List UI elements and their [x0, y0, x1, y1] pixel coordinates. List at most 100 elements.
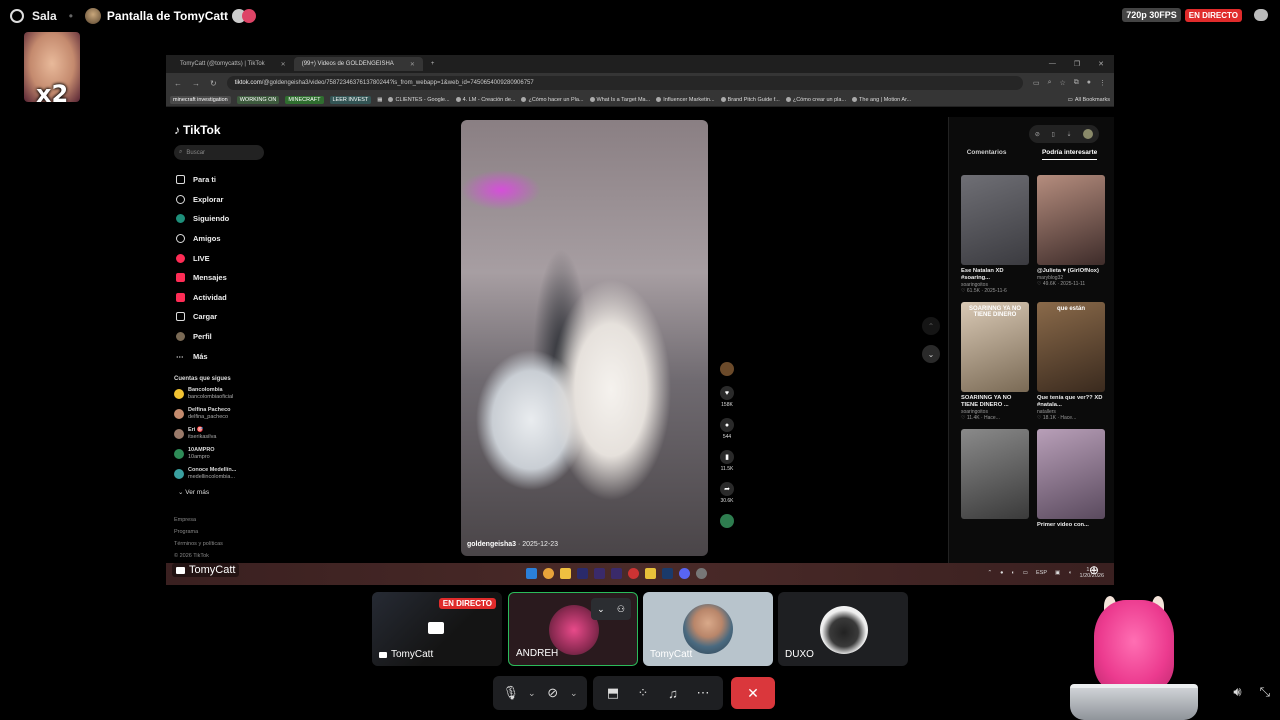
bookmark-folder[interactable]: MINECRAFT	[285, 95, 324, 104]
activities-icon[interactable]: ⁘	[631, 680, 655, 706]
after-effects-icon[interactable]	[594, 568, 605, 579]
soundboard-icon[interactable]: ♫	[661, 680, 685, 706]
followed-account[interactable]: Conoce Medellín... medellincolombia...	[174, 466, 284, 482]
apps-icon[interactable]: ▦	[377, 97, 382, 103]
media-encoder-icon[interactable]	[611, 568, 622, 579]
headset-icon[interactable]: ◐	[1011, 570, 1014, 576]
fullscreen-exit-icon[interactable]: ⤡	[1260, 684, 1270, 700]
nav-cargar[interactable]: Cargar	[174, 307, 284, 327]
phone-icon[interactable]: ▯	[1052, 131, 1055, 138]
focus-icon[interactable]: ⚇	[617, 604, 625, 615]
followed-account[interactable]: Delfina Pacheco delfina_pacheco	[174, 406, 284, 422]
share-screen-icon[interactable]: ⬒	[601, 680, 625, 706]
minimize-icon[interactable]: —	[1049, 60, 1056, 68]
network-icon[interactable]: ▣	[1055, 570, 1060, 576]
bookmark-folder[interactable]: LEER INVEST	[329, 95, 372, 104]
recommended-video-card[interactable]: SOARINNG YA NO TIENE DINERO SOARINNG YA N…	[961, 302, 1029, 421]
folder-icon[interactable]	[560, 568, 571, 579]
chat-icon[interactable]	[1254, 9, 1268, 21]
chevron-down-icon[interactable]: ⌄	[569, 680, 580, 706]
video-thumbnail[interactable]: que están	[1037, 302, 1105, 392]
tab-podria-interesarte[interactable]: Podría interesarte	[1041, 149, 1098, 160]
see-more-link[interactable]: ⌄ Ver más	[174, 488, 284, 496]
bookmark[interactable]: ¿Cómo hacer un Pla...	[521, 97, 584, 103]
card-title[interactable]: @Julieta ♥ (GirlOfNox)	[1037, 268, 1105, 275]
reload-icon[interactable]: ↻	[210, 79, 217, 88]
participant-tile[interactable]: EN DIRECTO TomyCatt	[372, 592, 502, 666]
chevron-down-icon[interactable]: ⌄	[527, 680, 538, 706]
volume-icon[interactable]: 🔊︎	[1233, 684, 1241, 700]
zoom-in-icon[interactable]: ⊕	[1086, 562, 1102, 578]
participant-tile[interactable]: TomyCatt	[643, 592, 773, 666]
language-indicator[interactable]: ESP	[1036, 570, 1047, 576]
install-icon[interactable]: ▭	[1033, 79, 1040, 87]
sticky-notes-icon[interactable]	[645, 568, 656, 579]
video-thumbnail[interactable]	[1037, 429, 1105, 519]
video-thumbnail[interactable]	[961, 175, 1029, 265]
url-field[interactable]: tiktok.com/@goldengeisha3/video/75872346…	[226, 76, 1023, 90]
recommended-video-card[interactable]: Ese Natalan XD #soaring... soaringoitos ♡ …	[961, 175, 1029, 294]
footer-link[interactable]: Términos y políticas	[174, 538, 284, 550]
participant-tile-speaking[interactable]: ⌄ ⚇ ANDREH	[508, 592, 638, 666]
comment-icon[interactable]: ●	[720, 418, 734, 432]
bookmark[interactable]: The ang | Motion Ar...	[852, 97, 911, 103]
followed-account[interactable]: Bancolombia bancolombiaoficial	[174, 386, 284, 402]
nav-actividad[interactable]: Actividad	[174, 288, 284, 308]
card-title[interactable]: Ese Natalan XD #soaring...	[961, 268, 1029, 282]
bookmark[interactable]: CLIENTES - Google...	[388, 97, 450, 103]
all-bookmarks[interactable]: ▭ All Bookmarks	[1068, 97, 1110, 103]
shared-screen[interactable]: TomyCatt (@tomycatts) | TikTok ✕ (99+) V…	[166, 55, 1114, 585]
card-title[interactable]: Primer video con...	[1037, 522, 1105, 529]
close-window-icon[interactable]: ✕	[1098, 60, 1104, 68]
bookmark[interactable]: ¿Cómo crear un pla...	[785, 97, 846, 103]
tiktok-search-input[interactable]: ⌕ Buscar	[174, 145, 264, 160]
more-options-icon[interactable]: ⋯	[691, 680, 715, 706]
card-title[interactable]: SOARINNG YA NO TIENE DINERO ...	[961, 395, 1029, 409]
tray-expand-icon[interactable]: ⌃	[988, 570, 993, 576]
download-icon[interactable]: ⇣	[1066, 131, 1071, 138]
bookmark[interactable]: Influencer Marketin...	[656, 97, 715, 103]
video-thumbnail[interactable]	[961, 429, 1029, 519]
microphone-icon[interactable]: 🎙︎	[501, 680, 521, 706]
participant-tile[interactable]: DUXO	[778, 592, 908, 666]
nav-amigos[interactable]: Amigos	[174, 229, 284, 249]
tab-comentarios[interactable]: Comentarios	[967, 149, 1007, 160]
video-author[interactable]: goldengeisha3	[467, 541, 516, 548]
recommended-video-card[interactable]: @Julieta ♥ (GirlOfNox) maryblog32 ♡ 49.6K …	[1037, 175, 1105, 294]
volume-icon[interactable]: ◖	[1068, 570, 1071, 576]
bookmark-folder[interactable]: minecraft investigation	[170, 95, 231, 104]
sound-disc-icon[interactable]	[720, 514, 734, 528]
nav-mensajes[interactable]: Mensajes	[174, 268, 284, 288]
forward-icon[interactable]: →	[192, 79, 200, 88]
profile-icon[interactable]: ●	[1087, 79, 1091, 87]
browser-tab[interactable]: TomyCatt (@tomycatts) | TikTok ✕	[172, 57, 294, 71]
nav-siguiendo[interactable]: Siguiendo	[174, 209, 284, 229]
settings-icon[interactable]	[696, 568, 707, 579]
recommended-video-card[interactable]	[961, 429, 1029, 529]
video-thumbnail[interactable]: SOARINNG YA NO TIENE DINERO	[961, 302, 1029, 392]
room-name[interactable]: Sala	[32, 9, 57, 23]
chevron-down-icon[interactable]: ⌄	[922, 345, 940, 363]
bookmark[interactable]: Brand Pitch Guide f...	[720, 97, 780, 103]
windows-start-icon[interactable]	[526, 568, 537, 579]
restore-icon[interactable]: ❐	[1074, 60, 1080, 68]
bookmark[interactable]: What Is a Target Ma...	[589, 97, 650, 103]
star-icon[interactable]: ☆	[1059, 79, 1065, 87]
author-avatar[interactable]	[720, 362, 734, 376]
mic-icon[interactable]: ●	[1000, 570, 1003, 576]
bookmark-folder[interactable]: WORKING ON	[236, 95, 280, 104]
obs-icon[interactable]	[628, 568, 639, 579]
back-icon[interactable]: ←	[174, 79, 182, 88]
footer-link[interactable]: Empresa	[174, 514, 284, 526]
zoom-icon[interactable]: ⌕	[1048, 79, 1052, 87]
video-player[interactable]: goldengeisha3 · 2025-12-23	[461, 120, 708, 556]
tiktok-logo[interactable]: ♪ TikTok	[174, 123, 284, 137]
user-avatar[interactable]	[1083, 129, 1094, 139]
like-icon[interactable]: ♥	[720, 386, 734, 400]
video-thumbnail[interactable]	[1037, 175, 1105, 265]
browser-tab-active[interactable]: (99+) Videos de GOLDENGEISHA ✕	[293, 57, 423, 71]
extensions-icon[interactable]: ⧉	[1074, 79, 1079, 87]
nav-live[interactable]: LIVE	[174, 248, 284, 268]
nav-mas[interactable]: ⋯ Más	[174, 346, 284, 366]
chevron-down-icon[interactable]: ⌄	[597, 604, 605, 615]
